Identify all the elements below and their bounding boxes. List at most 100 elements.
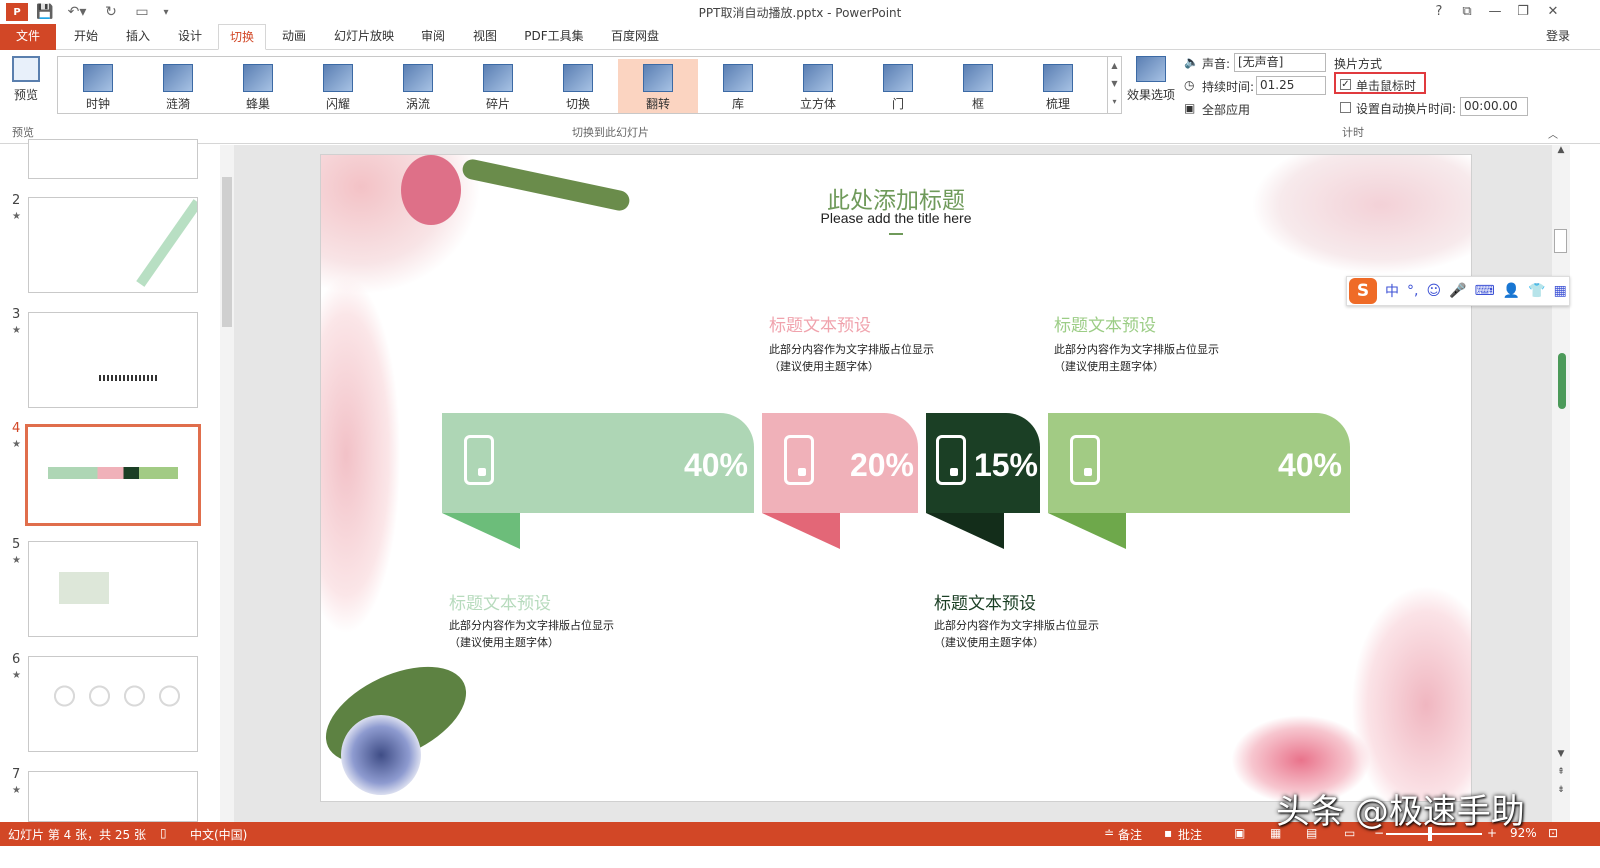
auto-advance-label: 设置自动换片时间: [1356, 102, 1457, 116]
sound-dropdown[interactable]: [无声音] [1234, 53, 1326, 72]
section-title: 标题文本预设 [769, 316, 871, 336]
ime-voice-icon[interactable]: 🎤 [1449, 283, 1466, 299]
normal-view-icon[interactable]: ▣ [1234, 826, 1245, 840]
gallery-transition-icon [723, 64, 753, 92]
tab-insert[interactable]: 插入 [114, 24, 162, 50]
phone-lock-icon [464, 435, 494, 485]
minimize-icon[interactable]: — [1482, 2, 1508, 22]
side-tool-grip-icon[interactable] [1558, 353, 1566, 409]
slide-thumbnail-4[interactable] [25, 424, 201, 526]
transition-group-label: 切换到此幻灯片 [572, 126, 649, 139]
scroll-thumb[interactable] [1554, 229, 1567, 253]
transition-box[interactable]: 框 [938, 59, 1018, 113]
slide-thumbnail-1[interactable] [28, 139, 198, 179]
collapse-ribbon-icon[interactable]: ︿ [1548, 126, 1558, 141]
notes-icon[interactable]: ≐ [1104, 826, 1114, 840]
transition-star-icon: ★ [12, 439, 21, 450]
effect-options-button[interactable]: 效果选项 [1126, 54, 1176, 116]
comments-button[interactable]: 批注 [1178, 826, 1202, 843]
slide-thumbnail-5[interactable] [28, 541, 198, 637]
on-click-checkbox[interactable]: ✓ [1340, 79, 1351, 90]
next-slide-icon[interactable]: ⇟ [1552, 785, 1570, 795]
ribbon-display-options-icon[interactable]: ⧉ [1454, 2, 1480, 22]
ime-toolbar[interactable]: S 中 °, ☺ 🎤 ⌨ 👤 👕 ▦ [1346, 276, 1570, 306]
fit-slide-icon[interactable]: ⊡ [1548, 826, 1558, 840]
tab-slideshow[interactable]: 幻灯片放映 [324, 24, 404, 50]
shred-transition-icon [483, 64, 513, 92]
transition-gallery-effect[interactable]: 库 [698, 59, 778, 113]
card-tab [442, 513, 520, 549]
transition-gallery: 时钟 涟漪 蜂巢 闪耀 涡流 碎片 切换 翻转 库 立方体 门 框 梳理 ▲ ▼ ▾ [57, 56, 1122, 114]
ime-emoji-icon[interactable]: ☺ [1426, 283, 1441, 299]
comments-icon[interactable]: ▪ [1164, 826, 1172, 840]
ime-skin-icon[interactable]: 👕 [1528, 283, 1545, 299]
login-link[interactable]: 登录 [1538, 24, 1578, 50]
transition-label: 涡流 [405, 97, 430, 111]
duration-field[interactable]: 01.25 [1256, 76, 1326, 95]
section-body: 此部分内容作为文字排版占位显示 （建议使用主题字体） [1054, 343, 1219, 373]
transition-honeycomb[interactable]: 蜂巢 [218, 59, 298, 113]
transition-ripple[interactable]: 涟漪 [138, 59, 218, 113]
maximize-icon[interactable]: ❐ [1510, 2, 1536, 22]
tab-pdf-tools[interactable]: PDF工具集 [514, 24, 594, 50]
language-status[interactable]: 中文(中国) [190, 826, 247, 843]
slide-canvas[interactable]: 此处添加标题 Please add the title here 标题文本预设 … [320, 154, 1472, 802]
tab-home[interactable]: 开始 [62, 24, 110, 50]
transition-comb[interactable]: 梳理 [1018, 59, 1098, 113]
apply-all-button[interactable]: 全部应用 [1202, 101, 1250, 118]
ime-user-icon[interactable]: 👤 [1503, 283, 1520, 299]
tab-baidu-netdisk[interactable]: 百度网盘 [600, 24, 670, 50]
transition-cube[interactable]: 立方体 [778, 59, 858, 113]
gallery-scroll-icon[interactable]: ▲ ▼ ▾ [1107, 57, 1121, 113]
tab-transitions[interactable]: 切换 [218, 24, 266, 50]
slide-number: 5 [12, 537, 21, 552]
transition-doors[interactable]: 门 [858, 59, 938, 113]
transition-label: 门 [891, 97, 904, 111]
tab-file[interactable]: 文件 [0, 24, 56, 50]
ime-punctuation-icon[interactable]: °, [1407, 283, 1418, 299]
auto-advance-checkbox[interactable] [1340, 102, 1351, 113]
flip-transition-icon [643, 64, 673, 92]
slide-position-status: 幻灯片 第 4 张，共 25 张 [8, 828, 146, 842]
transition-switch[interactable]: 切换 [538, 59, 618, 113]
transition-label: 蜂巢 [245, 97, 270, 111]
scroll-up-icon[interactable]: ▲ [1552, 145, 1570, 155]
transition-flip[interactable]: 翻转 [618, 59, 698, 113]
preview-group-label: 预览 [12, 126, 34, 139]
slide-thumbnail-2[interactable] [28, 197, 198, 293]
thumbnail-scrollbar[interactable] [220, 145, 234, 822]
slide-thumbnail-6[interactable] [28, 656, 198, 752]
percentage-card: 15% [926, 413, 1040, 513]
tab-view[interactable]: 视图 [462, 24, 508, 50]
transition-glitter[interactable]: 闪耀 [298, 59, 378, 113]
slide-number: 7 [12, 767, 21, 782]
doors-transition-icon [883, 64, 913, 92]
slide-scrollbar[interactable]: ▲ ▼ ⇞ ⇟ [1552, 145, 1570, 822]
ime-keyboard-icon[interactable]: ⌨ [1475, 283, 1495, 299]
help-button[interactable]: ? [1426, 2, 1452, 22]
spellcheck-icon[interactable]: ▯ [160, 826, 167, 840]
slide-thumbnail-3[interactable] [28, 312, 198, 408]
notes-button[interactable]: 备注 [1118, 826, 1142, 843]
ime-toolbox-icon[interactable]: ▦ [1554, 283, 1567, 299]
transition-clock[interactable]: 时钟 [58, 59, 138, 113]
duration-label: 持续时间: [1202, 80, 1255, 94]
scroll-thumb[interactable] [222, 177, 232, 327]
zoom-slider[interactable] [1386, 833, 1482, 835]
transition-shred[interactable]: 碎片 [458, 59, 538, 113]
transition-vortex[interactable]: 涡流 [378, 59, 458, 113]
slide-thumbnail-7[interactable] [28, 771, 198, 822]
close-icon[interactable]: ✕ [1540, 2, 1566, 22]
tab-review[interactable]: 审阅 [410, 24, 456, 50]
timing-group-label: 计时 [1342, 126, 1364, 139]
ime-language-toggle[interactable]: 中 [1385, 281, 1399, 301]
scroll-down-icon[interactable]: ▼ [1552, 749, 1570, 759]
preview-button[interactable]: 预览 [6, 54, 46, 112]
tab-design[interactable]: 设计 [166, 24, 214, 50]
transition-star-icon: ★ [12, 211, 21, 222]
previous-slide-icon[interactable]: ⇞ [1552, 767, 1570, 777]
slide-number: 4 [12, 421, 21, 436]
tab-animations[interactable]: 动画 [270, 24, 318, 50]
auto-advance-time-field[interactable]: 00:00.00 [1460, 97, 1528, 116]
section-body: 此部分内容作为文字排版占位显示 （建议使用主题字体） [449, 619, 614, 649]
